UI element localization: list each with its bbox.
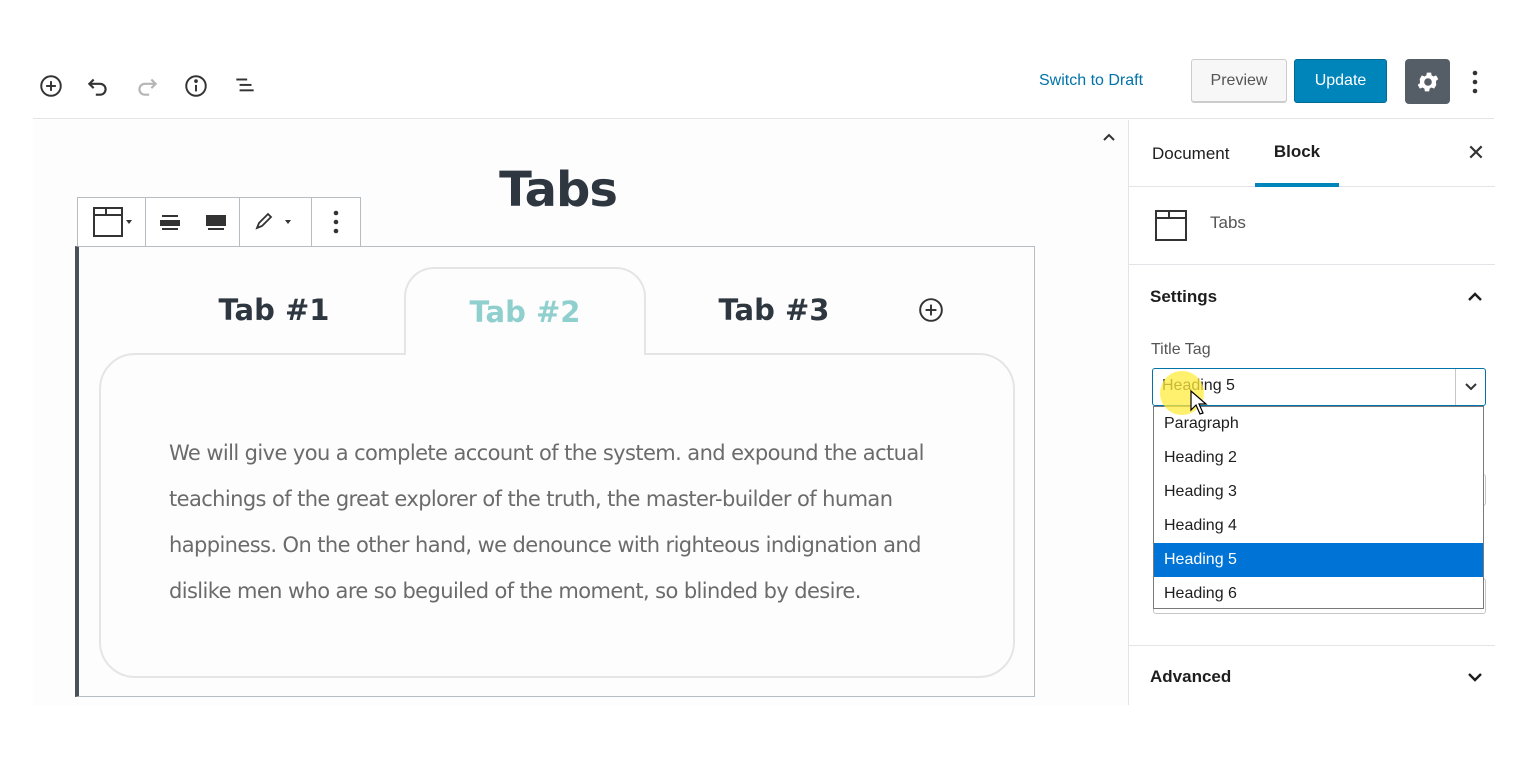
switch-to-draft-link[interactable]: Switch to Draft bbox=[1039, 72, 1143, 90]
more-options-button[interactable] bbox=[1463, 64, 1487, 100]
option-heading-6[interactable]: Heading 6 bbox=[1154, 577, 1483, 611]
gear-icon bbox=[1417, 72, 1438, 91]
settings-sidebar: Document Block ✕ Tabs Settings Title Tag… bbox=[1128, 120, 1495, 705]
editor-canvas: Tabs Tab #1 Tab #2 Tab #3 We will give y… bbox=[33, 120, 1128, 705]
plus-circle-icon[interactable] bbox=[33, 68, 69, 104]
list-outline-icon[interactable] bbox=[227, 68, 263, 104]
option-heading-2[interactable]: Heading 2 bbox=[1154, 441, 1483, 475]
block-toolbar bbox=[77, 197, 361, 247]
tabs-block[interactable]: Tab #1 Tab #2 Tab #3 We will give you a … bbox=[75, 246, 1035, 697]
block-switcher[interactable] bbox=[78, 198, 146, 246]
block-card: Tabs bbox=[1129, 187, 1495, 265]
option-heading-3[interactable]: Heading 3 bbox=[1154, 475, 1483, 509]
tabs-block-icon bbox=[92, 207, 132, 237]
title-tag-label: Title Tag bbox=[1151, 341, 1211, 358]
settings-button[interactable] bbox=[1405, 59, 1450, 104]
plus-circle-icon bbox=[919, 298, 943, 322]
tab-2-active[interactable]: Tab #2 bbox=[404, 267, 646, 355]
align-center-icon[interactable] bbox=[147, 198, 193, 246]
title-tag-value: Heading 5 bbox=[1162, 377, 1235, 394]
info-icon[interactable] bbox=[178, 68, 214, 104]
title-tag-dropdown[interactable]: Paragraph Heading 2 Heading 3 Heading 4 … bbox=[1153, 406, 1484, 609]
update-button[interactable]: Update bbox=[1294, 59, 1387, 103]
style-dropdown[interactable] bbox=[240, 198, 312, 246]
add-tab-button[interactable] bbox=[916, 295, 946, 325]
redo-icon[interactable] bbox=[129, 68, 165, 104]
chevron-up-icon[interactable] bbox=[1463, 285, 1487, 309]
sidebar-tabs: Document Block ✕ bbox=[1129, 120, 1495, 187]
option-heading-5[interactable]: Heading 5 bbox=[1154, 543, 1483, 577]
option-heading-4[interactable]: Heading 4 bbox=[1154, 509, 1483, 543]
option-paragraph[interactable]: Paragraph bbox=[1154, 407, 1483, 441]
block-name: Tabs bbox=[1210, 213, 1246, 232]
tab-3[interactable]: Tab #3 bbox=[679, 267, 869, 353]
editor-window: Switch to Draft Preview Update Tabs Tab … bbox=[33, 58, 1495, 705]
align-wide-icon[interactable] bbox=[193, 198, 239, 246]
advanced-panel-toggle[interactable]: Advanced bbox=[1150, 667, 1231, 687]
preview-button[interactable]: Preview bbox=[1191, 59, 1287, 103]
tab-panel: We will give you a complete account of t… bbox=[99, 353, 1015, 678]
pencil-icon bbox=[254, 212, 291, 230]
close-icon[interactable]: ✕ bbox=[1463, 140, 1489, 166]
tab-1[interactable]: Tab #1 bbox=[179, 267, 369, 353]
block-more-button[interactable] bbox=[312, 198, 360, 246]
tabs-block-icon bbox=[1155, 210, 1187, 241]
chevron-up-icon[interactable] bbox=[1102, 126, 1116, 147]
tab-block[interactable]: Block bbox=[1255, 120, 1339, 187]
tab-document[interactable]: Document bbox=[1152, 120, 1229, 187]
title-tag-select[interactable]: Heading 5 bbox=[1152, 368, 1486, 406]
advanced-panel: Advanced bbox=[1129, 646, 1495, 705]
settings-panel-toggle[interactable]: Settings bbox=[1150, 287, 1217, 307]
vertical-ellipsis-icon bbox=[1472, 70, 1478, 94]
settings-panel: Settings Title Tag Heading 5 Paragraph H… bbox=[1129, 265, 1495, 646]
tab-content-text[interactable]: We will give you a complete account of t… bbox=[169, 430, 949, 614]
undo-icon[interactable] bbox=[80, 68, 116, 104]
top-toolbar: Switch to Draft Preview Update bbox=[33, 58, 1494, 119]
vertical-ellipsis-icon bbox=[333, 210, 339, 234]
chevron-down-icon bbox=[1455, 369, 1485, 405]
chevron-down-icon[interactable] bbox=[1463, 665, 1487, 689]
